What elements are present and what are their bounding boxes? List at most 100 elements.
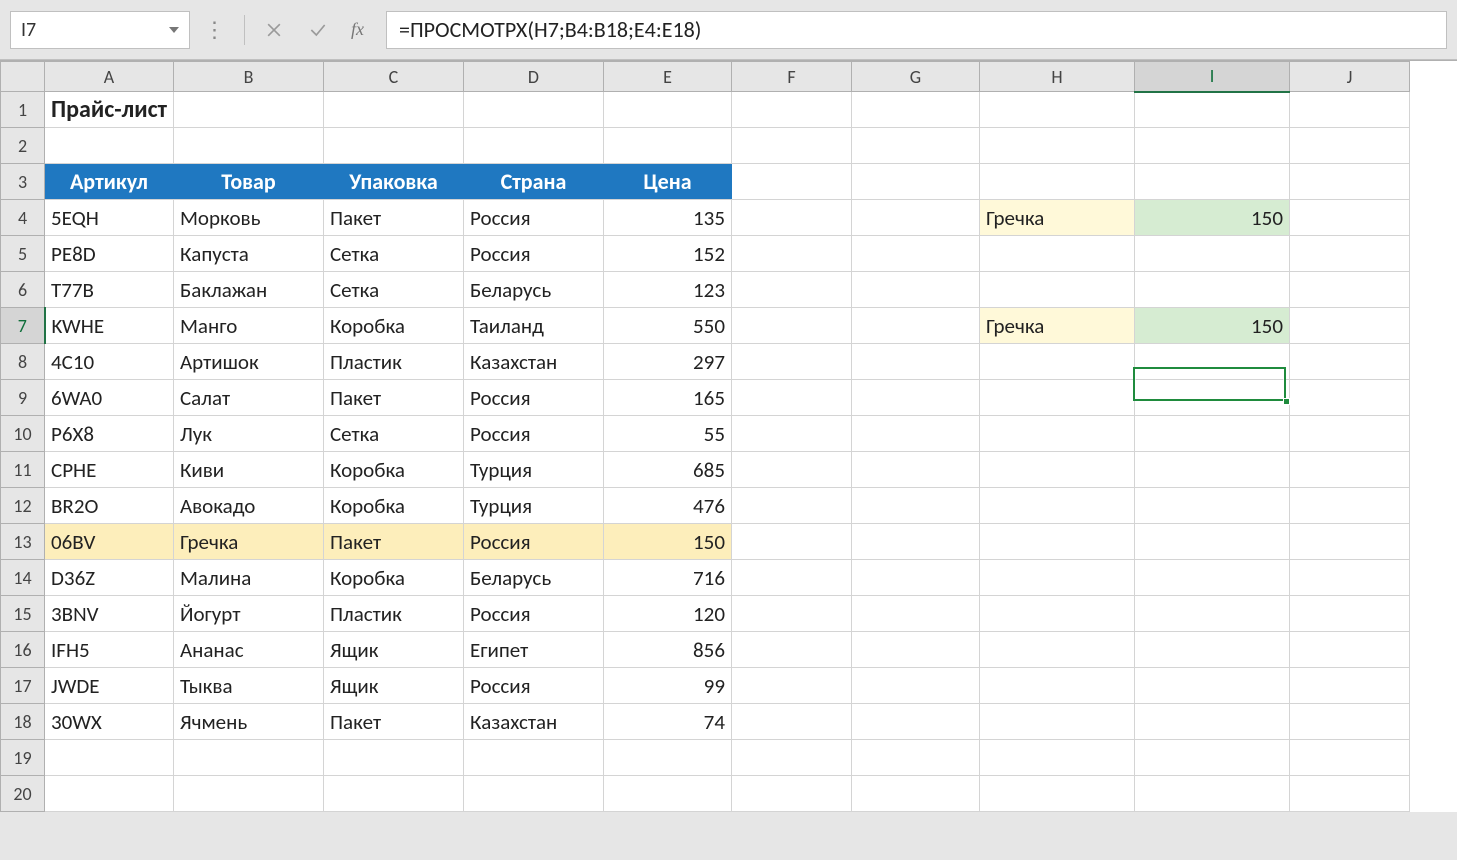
cell-G14[interactable] — [851, 560, 979, 596]
cell-B2[interactable] — [173, 128, 323, 164]
cell-C17[interactable]: Ящик — [323, 668, 463, 704]
row-header-5[interactable]: 5 — [1, 236, 45, 272]
cell-F15[interactable] — [731, 596, 851, 632]
cell-J6[interactable] — [1289, 272, 1409, 308]
cell-B3[interactable]: Товар — [173, 164, 323, 200]
cell-E2[interactable] — [603, 128, 731, 164]
col-header-F[interactable]: F — [731, 62, 851, 92]
cell-H2[interactable] — [979, 128, 1134, 164]
cell-I18[interactable] — [1134, 704, 1289, 740]
cell-B15[interactable]: Йогурт — [173, 596, 323, 632]
cell-C3[interactable]: Упаковка — [323, 164, 463, 200]
cell-J18[interactable] — [1289, 704, 1409, 740]
row-header-11[interactable]: 11 — [1, 452, 45, 488]
cell-A11[interactable]: CPHE — [45, 452, 174, 488]
cell-F6[interactable] — [731, 272, 851, 308]
cell-D14[interactable]: Беларусь — [463, 560, 603, 596]
row-header-19[interactable]: 19 — [1, 740, 45, 776]
cell-E1[interactable] — [603, 92, 731, 128]
cell-A10[interactable]: P6X8 — [45, 416, 174, 452]
cell-I11[interactable] — [1134, 452, 1289, 488]
cell-D18[interactable]: Казахстан — [463, 704, 603, 740]
select-all-corner[interactable] — [1, 62, 45, 92]
cell-H3[interactable] — [979, 164, 1134, 200]
formula-input[interactable]: =ПРОСМОТРХ(H7;B4:B18;E4:E18) — [386, 11, 1447, 49]
cell-E14[interactable]: 716 — [603, 560, 731, 596]
cell-H20[interactable] — [979, 776, 1134, 812]
row-header-6[interactable]: 6 — [1, 272, 45, 308]
cell-I2[interactable] — [1134, 128, 1289, 164]
cell-F8[interactable] — [731, 344, 851, 380]
cell-B20[interactable] — [173, 776, 323, 812]
col-header-D[interactable]: D — [463, 62, 603, 92]
col-header-E[interactable]: E — [603, 62, 731, 92]
cell-I7[interactable]: 150 — [1134, 308, 1289, 344]
row-header-17[interactable]: 17 — [1, 668, 45, 704]
cell-H12[interactable] — [979, 488, 1134, 524]
cell-G3[interactable] — [851, 164, 979, 200]
cell-G17[interactable] — [851, 668, 979, 704]
cell-J13[interactable] — [1289, 524, 1409, 560]
cell-C11[interactable]: Коробка — [323, 452, 463, 488]
cell-F4[interactable] — [731, 200, 851, 236]
cell-A7[interactable]: KWHE — [45, 308, 174, 344]
cell-B8[interactable]: Артишок — [173, 344, 323, 380]
cell-C14[interactable]: Коробка — [323, 560, 463, 596]
cell-G1[interactable] — [851, 92, 979, 128]
cell-J5[interactable] — [1289, 236, 1409, 272]
cell-H9[interactable] — [979, 380, 1134, 416]
cell-C20[interactable] — [323, 776, 463, 812]
col-header-A[interactable]: A — [45, 62, 174, 92]
cell-H10[interactable] — [979, 416, 1134, 452]
cell-A16[interactable]: IFH5 — [45, 632, 174, 668]
cell-F2[interactable] — [731, 128, 851, 164]
cell-I10[interactable] — [1134, 416, 1289, 452]
row-header-2[interactable]: 2 — [1, 128, 45, 164]
cell-F11[interactable] — [731, 452, 851, 488]
cell-B19[interactable] — [173, 740, 323, 776]
cell-C19[interactable] — [323, 740, 463, 776]
cell-A15[interactable]: 3BNV — [45, 596, 174, 632]
cell-H11[interactable] — [979, 452, 1134, 488]
cell-A5[interactable]: PE8D — [45, 236, 174, 272]
cell-D17[interactable]: Россия — [463, 668, 603, 704]
col-header-C[interactable]: C — [323, 62, 463, 92]
cell-D11[interactable]: Турция — [463, 452, 603, 488]
cell-A8[interactable]: 4C10 — [45, 344, 174, 380]
cell-F7[interactable] — [731, 308, 851, 344]
cell-D7[interactable]: Таиланд — [463, 308, 603, 344]
cell-G12[interactable] — [851, 488, 979, 524]
cell-J11[interactable] — [1289, 452, 1409, 488]
cell-J16[interactable] — [1289, 632, 1409, 668]
cell-B6[interactable]: Баклажан — [173, 272, 323, 308]
cell-I13[interactable] — [1134, 524, 1289, 560]
cell-I17[interactable] — [1134, 668, 1289, 704]
row-header-20[interactable]: 20 — [1, 776, 45, 812]
cell-H8[interactable] — [979, 344, 1134, 380]
cell-G9[interactable] — [851, 380, 979, 416]
cell-A2[interactable] — [45, 128, 174, 164]
cell-E13[interactable]: 150 — [603, 524, 731, 560]
cell-B18[interactable]: Ячмень — [173, 704, 323, 740]
cell-F3[interactable] — [731, 164, 851, 200]
cell-G19[interactable] — [851, 740, 979, 776]
cell-A17[interactable]: JWDE — [45, 668, 174, 704]
cell-A6[interactable]: T77B — [45, 272, 174, 308]
cell-J3[interactable] — [1289, 164, 1409, 200]
cell-J19[interactable] — [1289, 740, 1409, 776]
cell-I9[interactable] — [1134, 380, 1289, 416]
cell-G8[interactable] — [851, 344, 979, 380]
cell-D8[interactable]: Казахстан — [463, 344, 603, 380]
confirm-icon[interactable] — [299, 11, 337, 49]
cell-B17[interactable]: Тыква — [173, 668, 323, 704]
cell-C8[interactable]: Пластик — [323, 344, 463, 380]
cell-D15[interactable]: Россия — [463, 596, 603, 632]
col-header-H[interactable]: H — [979, 62, 1134, 92]
cell-C16[interactable]: Ящик — [323, 632, 463, 668]
col-header-J[interactable]: J — [1289, 62, 1409, 92]
cell-H5[interactable] — [979, 236, 1134, 272]
cell-B12[interactable]: Авокадо — [173, 488, 323, 524]
cell-G15[interactable] — [851, 596, 979, 632]
cell-F14[interactable] — [731, 560, 851, 596]
cell-D4[interactable]: Россия — [463, 200, 603, 236]
